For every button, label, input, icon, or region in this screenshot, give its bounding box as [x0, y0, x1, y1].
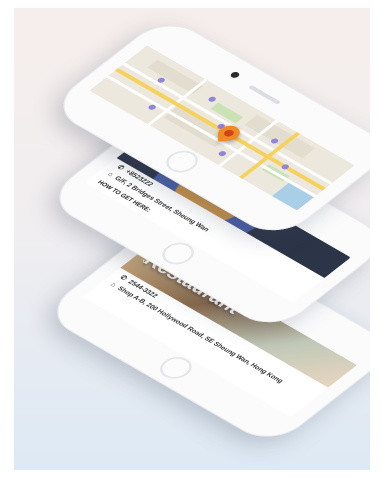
- speaker: [248, 84, 281, 105]
- front-camera: [229, 70, 242, 79]
- water-area: [272, 182, 315, 211]
- promo-scene: ‹ For Kee Restaurant ✆ 2544-3322 ⌂ Shop …: [14, 8, 370, 470]
- park-area: [210, 102, 244, 124]
